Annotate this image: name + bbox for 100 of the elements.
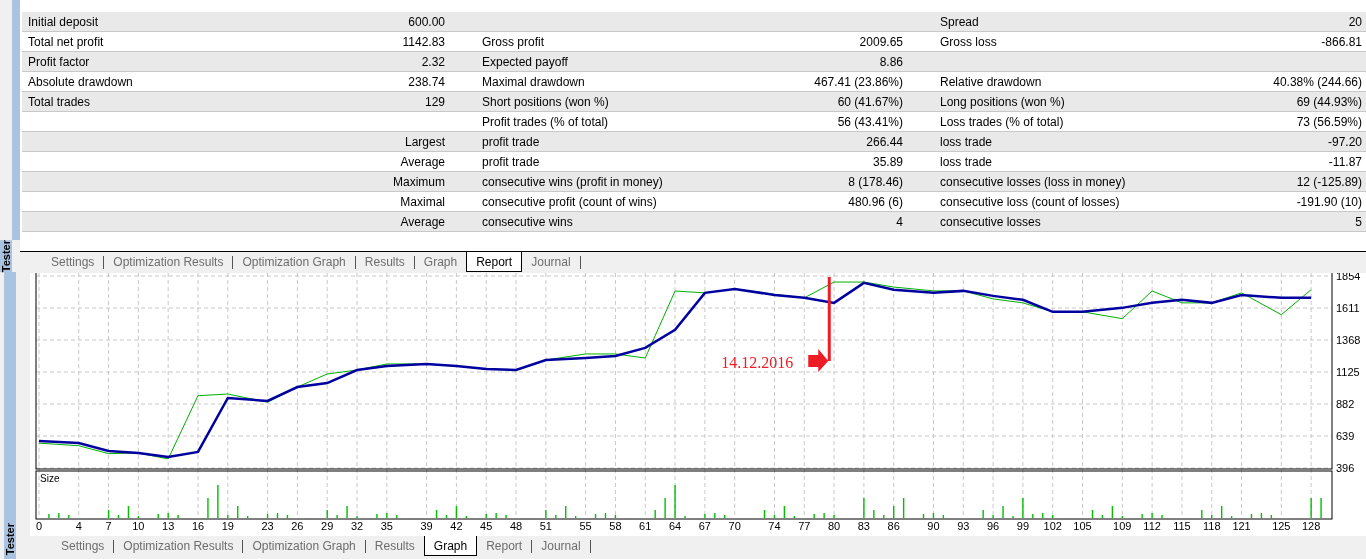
report-label: consecutive profit (count of wins)	[482, 193, 657, 211]
x-tick-label: 13	[162, 520, 175, 532]
report-value: 8.86	[879, 53, 903, 71]
report-value: 238.74	[408, 73, 445, 91]
report-label: Absolute drawdown	[28, 73, 133, 91]
x-tick-label: 118	[1202, 520, 1221, 532]
tab[interactable]: Optimization Graph	[233, 252, 355, 272]
report-value: -191.90 (10)	[1296, 193, 1362, 211]
report-label: Short positions (won %)	[482, 93, 609, 111]
y-tick-label: 396	[1336, 462, 1355, 474]
x-tick-label: 90	[927, 520, 940, 532]
x-tick-label: 0	[35, 520, 43, 532]
x-tick-label: 58	[609, 520, 622, 532]
x-tick-label: 125	[1272, 520, 1291, 532]
report-label: Relative drawdown	[940, 73, 1042, 91]
x-tick-label: 93	[957, 520, 970, 532]
tab[interactable]: Report	[477, 536, 532, 556]
report-label: Gross loss	[940, 33, 997, 51]
x-tick-label: 64	[668, 520, 682, 532]
x-tick-label: 19	[221, 520, 234, 532]
report-label: Gross profit	[482, 33, 544, 51]
x-tick-label: 102	[1043, 520, 1062, 532]
x-tick-label: 105	[1073, 520, 1092, 532]
report-value: 60 (41.67%)	[837, 93, 903, 111]
report-value: 12 (-125.89)	[1296, 173, 1362, 191]
tab[interactable]: Journal	[522, 252, 580, 272]
report-label: Maximal drawdown	[482, 73, 585, 91]
panel-label: Tester	[4, 522, 16, 555]
x-tick-label: 51	[539, 520, 552, 532]
x-tick-label: 55	[579, 520, 592, 532]
y-tick-label: 882	[1336, 398, 1355, 410]
report-value: -97.20	[1327, 133, 1362, 151]
tab[interactable]: Journal	[532, 536, 590, 556]
report-label: Initial deposit	[28, 13, 99, 31]
report-value: 20	[1348, 13, 1362, 31]
y-tick-label: 639	[1336, 430, 1355, 442]
tab[interactable]: Optimization Results	[104, 252, 233, 272]
tab[interactable]: Optimization Results	[114, 536, 243, 556]
y-tick-label: 1611	[1336, 302, 1360, 314]
report-label: consecutive wins (profit in money)	[482, 173, 663, 191]
report-label: Expected payoff	[482, 53, 568, 71]
report-label: Total trades	[28, 93, 91, 111]
x-tick-label: 39	[420, 520, 433, 532]
report-label: consecutive loss (count of losses)	[940, 193, 1120, 211]
x-tick-label: 83	[857, 520, 870, 532]
y-tick-label: 1125	[1336, 366, 1360, 378]
report-value: 266.44	[866, 133, 903, 151]
report-value: 5	[1355, 213, 1362, 231]
tab[interactable]: Results	[355, 252, 414, 272]
report-value: 129	[424, 93, 445, 111]
tab[interactable]: Optimization Graph	[243, 536, 365, 556]
report-label: loss trade	[940, 133, 993, 151]
report-value: 480.96 (6)	[848, 193, 903, 211]
report-value: Average	[400, 153, 445, 171]
tab[interactable]: Settings	[52, 536, 114, 556]
y-tick-label: 1854	[1336, 273, 1361, 282]
tab[interactable]: Report	[466, 252, 523, 272]
tab[interactable]: Graph	[423, 536, 478, 556]
report-value: 56 (43.41%)	[837, 113, 903, 131]
x-tick-label: 80	[827, 520, 841, 532]
x-tick-label: 61	[639, 520, 652, 532]
x-tick-label: 67	[698, 520, 711, 532]
x-tick-label: 16	[191, 520, 205, 532]
report-label: Spread	[940, 13, 979, 31]
report-value: 467.41 (23.86%)	[814, 73, 903, 91]
x-tick-label: 4	[75, 520, 82, 532]
x-tick-label: 109	[1113, 520, 1132, 532]
x-tick-label: 48	[509, 520, 523, 532]
x-tick-label: 86	[887, 520, 900, 532]
report-label: Long positions (won %)	[940, 93, 1065, 111]
tab[interactable]: Results	[365, 536, 424, 556]
tab[interactable]: Graph	[414, 252, 467, 272]
report-label: Total net profit	[28, 33, 104, 51]
x-tick-label: 23	[261, 520, 274, 532]
x-tick-label: 35	[380, 520, 393, 532]
x-tick-label: 10	[132, 520, 145, 532]
report-value: 2.32	[421, 53, 445, 71]
report-value: 8 (178.46)	[848, 173, 903, 191]
report-value: -11.87	[1328, 153, 1362, 171]
x-tick-label: 77	[798, 520, 811, 532]
x-tick-label: 112	[1143, 520, 1161, 532]
x-tick-label: 32	[350, 520, 364, 532]
report-label: profit trade	[482, 133, 540, 151]
report-value: Largest	[404, 133, 445, 151]
report-value: Average	[400, 213, 445, 231]
y-tick-label: 1368	[1336, 334, 1361, 346]
x-tick-label: 99	[1016, 520, 1030, 532]
x-tick-label: 128	[1301, 520, 1321, 532]
x-tick-label: 7	[105, 520, 112, 532]
report-label: Profit factor	[28, 53, 90, 71]
report-value: 600.00	[408, 13, 445, 31]
report-value: 40.38% (244.66)	[1273, 73, 1362, 91]
report-value: 1142.83	[402, 33, 445, 51]
report-value: 4	[896, 213, 903, 231]
x-tick-label: 70	[728, 520, 741, 532]
report-value: 35.89	[872, 153, 903, 171]
report-label: consecutive losses	[940, 213, 1041, 231]
report-label: profit trade	[482, 153, 540, 171]
x-tick-label: 26	[291, 520, 304, 532]
tab[interactable]: Settings	[42, 252, 104, 272]
